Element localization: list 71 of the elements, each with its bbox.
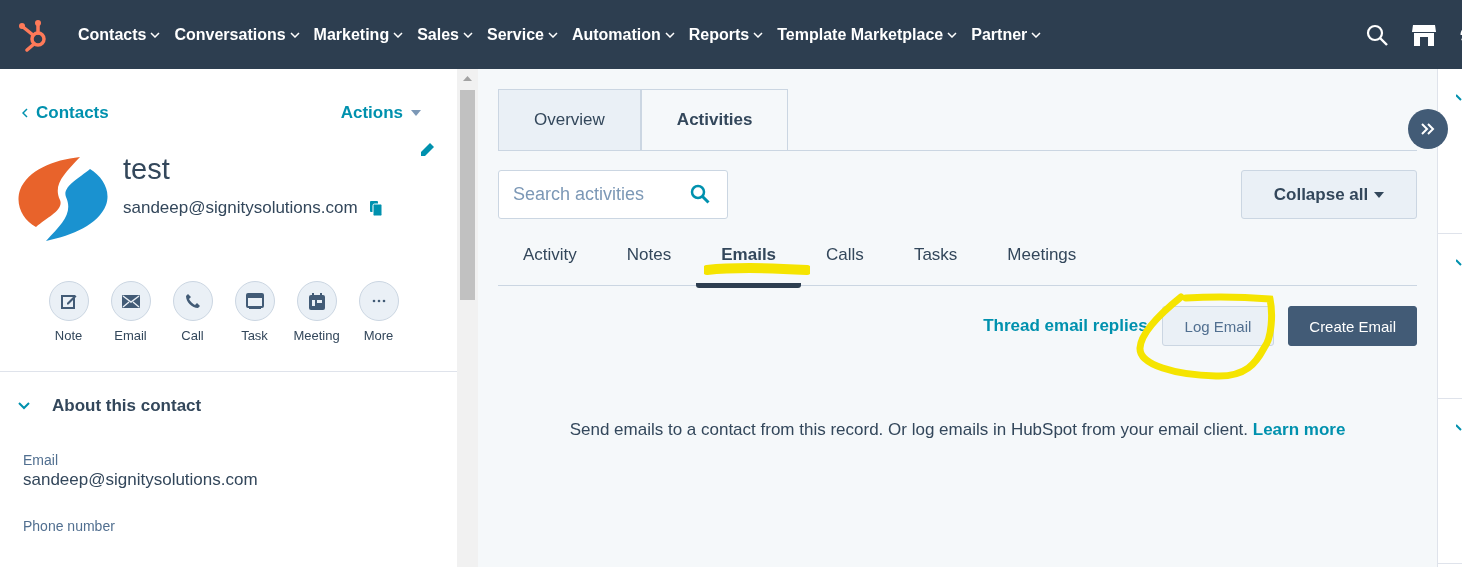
- calendar-icon: [308, 292, 325, 310]
- chevron-down-icon: [150, 31, 161, 38]
- expand-panel-button[interactable]: [1408, 109, 1448, 149]
- quick-action-button[interactable]: [296, 281, 337, 321]
- nav-menu-item[interactable]: Partner: [971, 25, 1042, 44]
- task-icon: [245, 293, 264, 309]
- chevron-icon[interactable]: [1456, 94, 1462, 102]
- contact-name: test: [123, 153, 171, 186]
- chevron-down-icon: [1031, 31, 1042, 38]
- pencil-icon[interactable]: [419, 142, 435, 158]
- empty-state-message: Send emails to a contact from this record. Or log emails in HubSpot from your email client. Learn more: [568, 420, 1347, 440]
- create-email-button[interactable]: Create Email: [1288, 306, 1417, 346]
- nav-menu-item[interactable]: Template Marketplace: [777, 25, 958, 44]
- chevron-down-icon: [947, 31, 958, 38]
- filter-tab[interactable]: Notes: [601, 237, 697, 288]
- chevron-left-icon: [22, 108, 28, 118]
- field-label: Phone number: [23, 518, 116, 534]
- collapse-all-button[interactable]: Collapse all: [1241, 170, 1417, 219]
- back-link[interactable]: Contacts: [22, 103, 109, 123]
- chevron-down-icon: [289, 31, 300, 38]
- tab[interactable]: Overview: [498, 89, 641, 150]
- nav-menu-item[interactable]: Conversations: [174, 25, 300, 44]
- field-value: sandeep@signitysolutions.com: [23, 470, 259, 490]
- nav-menu-item[interactable]: Automation: [571, 25, 675, 44]
- chevron-down-icon: [664, 31, 675, 38]
- section-toggle[interactable]: About this contact: [0, 372, 202, 416]
- tab[interactable]: Activities: [640, 89, 789, 150]
- envelope-icon: [121, 294, 140, 308]
- quick-action-label: Note: [54, 328, 83, 343]
- phone-icon: [184, 293, 201, 309]
- chevron-down-icon: [753, 31, 764, 38]
- quick-action-label: Email: [114, 328, 147, 343]
- edit-icon: [60, 293, 77, 309]
- filter-tab[interactable]: Emails: [696, 237, 802, 288]
- scroll-up-icon: [463, 76, 472, 81]
- more-icon: [371, 299, 386, 303]
- quick-action-label: More: [363, 328, 394, 343]
- chevron-icon: [18, 402, 30, 410]
- quick-action-button[interactable]: [234, 281, 275, 321]
- caret-icon: [1374, 191, 1385, 198]
- chevron-down-icon: [393, 31, 404, 38]
- filter-tab[interactable]: Meetings: [982, 237, 1102, 288]
- nav-menu-item[interactable]: Service: [487, 25, 558, 44]
- chevron-icon[interactable]: [1456, 259, 1462, 267]
- double-chevron-icon: [1421, 123, 1435, 135]
- quick-action-button[interactable]: [110, 281, 151, 321]
- quick-action-label: Meeting: [293, 328, 340, 343]
- field-label: Email: [23, 452, 59, 468]
- quick-action-button[interactable]: [48, 281, 89, 321]
- chevron-down-icon: [547, 31, 558, 38]
- storefront-icon[interactable]: [1412, 23, 1436, 46]
- nav-menu-item[interactable]: Contacts: [78, 25, 161, 44]
- chevron-icon[interactable]: [1456, 424, 1462, 432]
- search-icon[interactable]: [1366, 23, 1388, 46]
- quick-action-label: Task: [241, 328, 268, 343]
- caret-icon: [411, 110, 421, 116]
- nav-menu-item[interactable]: Sales: [417, 25, 473, 44]
- filter-tab[interactable]: Tasks: [888, 237, 983, 288]
- nav-menu-item[interactable]: Marketing: [313, 25, 404, 44]
- log-email-button[interactable]: Log Email: [1161, 306, 1275, 346]
- quick-action-label: Call: [181, 328, 204, 343]
- contact-email: sandeep@signitysolutions.com: [123, 198, 358, 218]
- actions-menu[interactable]: Actions: [340, 103, 421, 123]
- copy-icon[interactable]: [369, 200, 382, 216]
- scrollbar[interactable]: [457, 69, 478, 567]
- filter-tab[interactable]: Calls: [801, 237, 889, 288]
- search-field[interactable]: Search activities: [498, 170, 728, 219]
- chevron-down-icon: [463, 31, 473, 38]
- quick-action-button[interactable]: [172, 281, 213, 321]
- filter-tab[interactable]: Activity: [498, 237, 602, 288]
- nav-menu-item[interactable]: Reports: [688, 25, 764, 44]
